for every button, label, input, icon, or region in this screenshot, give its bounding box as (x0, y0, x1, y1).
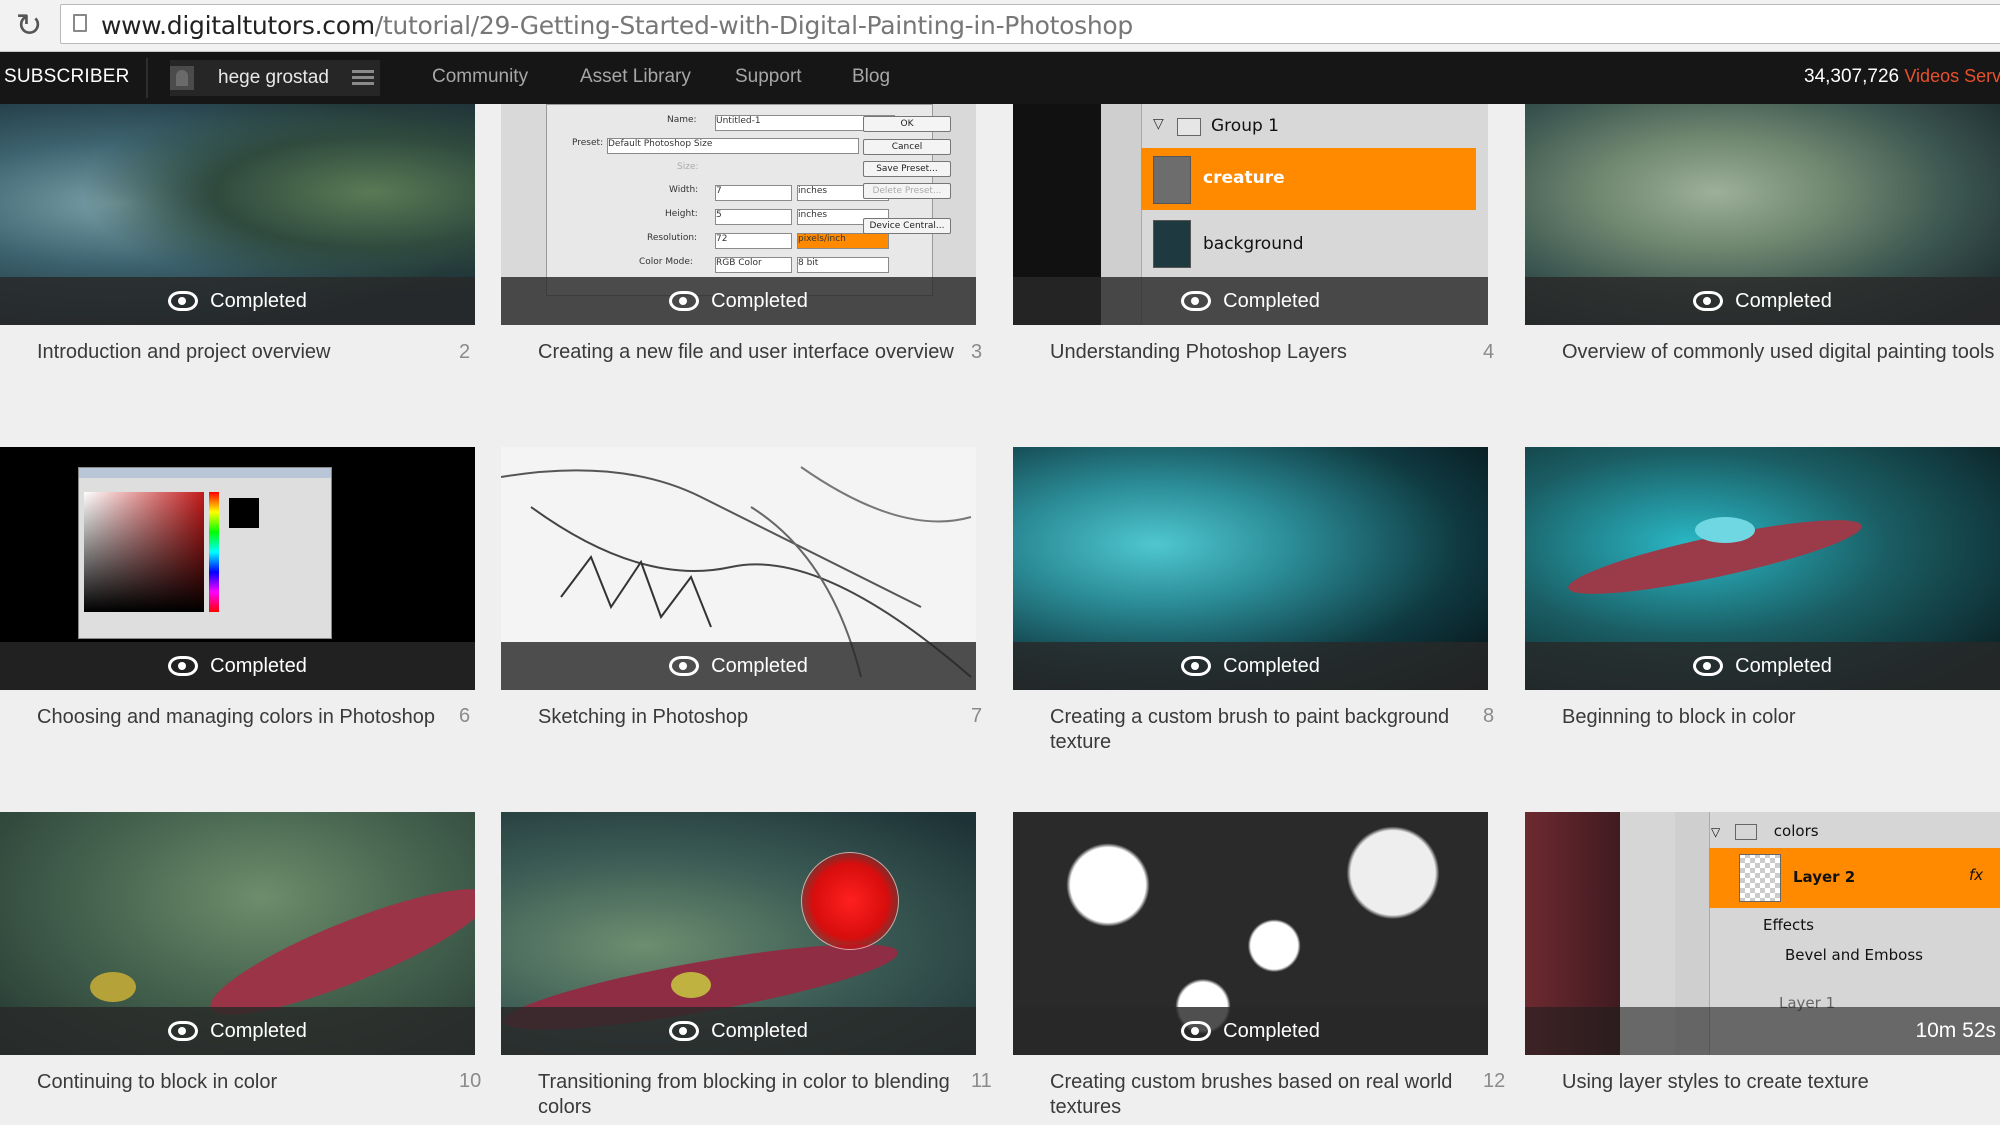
lesson-title[interactable]: Overview of commonly used digital painti… (1562, 340, 2000, 365)
eye-icon (168, 1021, 199, 1041)
completed-bar: Completed (0, 277, 475, 325)
layer-row-creature: creature (1141, 148, 1476, 210)
lesson-title[interactable]: Introduction and project overview (37, 340, 457, 365)
completed-bar: Completed (1013, 642, 1488, 690)
avatar (170, 66, 194, 90)
lesson-thumbnail[interactable]: Completed (0, 812, 475, 1055)
menu-icon[interactable] (352, 70, 374, 86)
username: hege grostad (218, 67, 329, 88)
lesson-number: 2 (459, 341, 471, 363)
lesson-number: 3 (971, 341, 983, 363)
completed-bar: Completed (0, 642, 475, 690)
eye-icon (1181, 1021, 1212, 1041)
color-picker-dialog (78, 467, 332, 639)
eye-icon (168, 656, 199, 676)
eye-icon (1181, 291, 1212, 311)
completed-bar: Completed (0, 1007, 475, 1055)
eye-icon (1693, 656, 1724, 676)
lesson-title[interactable]: Creating a custom brush to paint backgro… (1050, 705, 1470, 755)
brush-cursor-icon (801, 852, 899, 950)
completed-bar: Completed (1013, 1007, 1488, 1055)
lesson-number: 10 (459, 1070, 482, 1092)
nav-divider (146, 58, 148, 98)
completed-bar: Completed (1525, 277, 2000, 325)
lesson-title[interactable]: Transitioning from blocking in color to … (538, 1070, 958, 1120)
completed-bar: Completed (501, 277, 976, 325)
lesson-thumbnail[interactable]: Completed (0, 447, 475, 690)
reload-icon[interactable]: ↻ (12, 8, 46, 42)
lesson-thumbnail[interactable]: Completed (1013, 447, 1488, 690)
lesson-thumbnail[interactable]: Completed (0, 104, 475, 325)
lesson-title[interactable]: Choosing and managing colors in Photosho… (37, 705, 457, 730)
eye-icon (1181, 656, 1212, 676)
lesson-number: 7 (971, 705, 983, 727)
lesson-number: 6 (459, 705, 471, 727)
lesson-title[interactable]: Beginning to block in color (1562, 705, 1982, 730)
video-duration: 10m 52s (1915, 1019, 1996, 1042)
completed-bar: Completed (1525, 642, 2000, 690)
nav-link-blog[interactable]: Blog (852, 66, 890, 88)
lesson-thumbnail[interactable]: Completed (1525, 447, 2000, 690)
nav-link-support[interactable]: Support (735, 66, 802, 88)
eye-icon (168, 291, 199, 311)
lesson-thumbnail[interactable]: ▽ colors Layer 2 fx Effects Bevel and Em… (1525, 812, 2000, 1055)
lesson-title[interactable]: Sketching in Photoshop (538, 705, 958, 730)
lesson-title[interactable]: Continuing to block in color (37, 1070, 457, 1095)
eye-icon (669, 656, 700, 676)
lesson-title[interactable]: Understanding Photoshop Layers (1050, 340, 1470, 365)
lesson-thumbnail[interactable]: Completed (501, 447, 976, 690)
videos-served-counter: 34,307,726 Videos Serv (1804, 66, 2000, 87)
lesson-title[interactable]: Creating a new file and user interface o… (538, 340, 958, 365)
completed-bar: Completed (501, 642, 976, 690)
completed-bar: Completed (501, 1007, 976, 1055)
lesson-number: 11 (971, 1070, 992, 1092)
lesson-title[interactable]: Creating custom brushes based on real wo… (1050, 1070, 1470, 1120)
lesson-number: 12 (1483, 1070, 1506, 1092)
url-text: www.digitaltutors.com/tutorial/29-Gettin… (101, 11, 1133, 40)
browser-address-bar: ↻ www.digitaltutors.com/tutorial/29-Gett… (0, 0, 2000, 52)
lesson-thumbnail[interactable]: Completed (1013, 812, 1488, 1055)
nav-link-community[interactable]: Community (432, 66, 528, 88)
lesson-title[interactable]: Using layer styles to create texture (1562, 1070, 1982, 1095)
eye-icon (1693, 291, 1724, 311)
eye-icon (669, 1021, 700, 1041)
site-navbar: SUBSCRIBER hege grostad Community Asset … (0, 52, 2000, 104)
lesson-number: 8 (1483, 705, 1495, 727)
lesson-thumbnail[interactable]: Completed (1525, 104, 2000, 325)
nav-link-asset-library[interactable]: Asset Library (580, 66, 691, 88)
eye-icon (669, 291, 700, 311)
user-menu[interactable]: hege grostad (170, 60, 380, 96)
layer-row-layer2: Layer 2 fx (1709, 848, 2000, 908)
new-file-dialog: Name: Untitled-1 Preset: Default Photosh… (546, 104, 933, 296)
page-icon (73, 14, 87, 32)
lesson-thumbnail[interactable]: Completed (501, 812, 976, 1055)
url-input[interactable]: www.digitaltutors.com/tutorial/29-Gettin… (60, 4, 2000, 44)
lesson-thumbnail[interactable]: ▽ Group 1 creature background Completed (1013, 104, 1488, 325)
lesson-thumbnail[interactable]: Name: Untitled-1 Preset: Default Photosh… (501, 104, 976, 325)
completed-bar: Completed (1013, 277, 1488, 325)
subscriber-label[interactable]: SUBSCRIBER (4, 66, 130, 88)
lesson-number: 4 (1483, 341, 1495, 363)
layer-row-background: background (1141, 212, 1476, 274)
